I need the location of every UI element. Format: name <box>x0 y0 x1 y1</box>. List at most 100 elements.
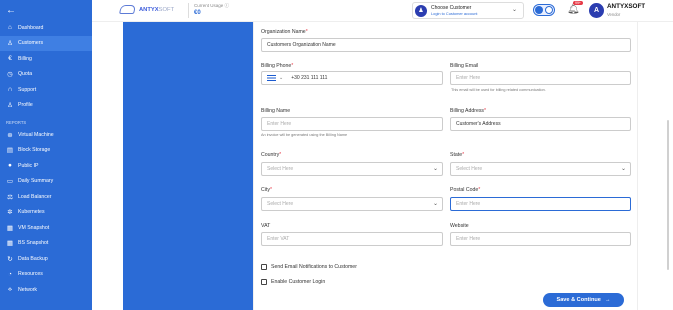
side-panel <box>123 22 253 310</box>
choose-customer-subtitle: Login to Customer account <box>431 11 478 16</box>
sidebar-item-customers[interactable]: ♙ Customers <box>0 35 92 51</box>
info-icon[interactable]: ⓘ <box>225 3 230 8</box>
sidebar-item-label: Quota <box>18 71 33 78</box>
sidebar-item-public-ip[interactable]: ● Public IP <box>0 158 92 174</box>
back-arrow-icon[interactable]: ← <box>0 0 92 20</box>
usage-label: Current Usage <box>194 3 224 8</box>
sidebar-item-kubernetes[interactable]: ✲ Kubernetes <box>0 205 92 221</box>
balancer-icon: ⚖ <box>7 193 13 201</box>
sidebar-item-profile[interactable]: ♙ Profile <box>0 98 92 114</box>
postal-code-input[interactable]: Enter Here <box>450 197 631 211</box>
avatar[interactable]: A <box>589 3 604 18</box>
sidebar-item-dashboard[interactable]: ⌂ Dashboard <box>0 20 92 36</box>
bell-icon[interactable]: 🔔︎ <box>567 4 580 15</box>
website-input[interactable]: Enter Here <box>450 232 631 246</box>
chevron-down-icon[interactable]: ⌄ <box>279 75 283 81</box>
required-mark: * <box>462 152 465 158</box>
vat-label: VAT <box>261 223 271 229</box>
sidebar-item-label: Network <box>18 286 38 293</box>
email-notifications-checkbox[interactable] <box>261 264 267 270</box>
phone-value: +30 231 111 111 <box>291 75 328 81</box>
label-text: Country <box>261 152 280 158</box>
billing-name-label: Billing Name <box>261 108 291 114</box>
billing-name-input[interactable]: Enter Here <box>261 117 443 131</box>
vm-icon: ⊛ <box>7 131 13 139</box>
sidebar-item-vm-snapshot[interactable]: ▦ VM Snapshot <box>0 220 92 236</box>
country-placeholder: Select Here <box>267 166 294 172</box>
sidebar-item-support[interactable]: ∩ Support <box>0 82 92 98</box>
kubernetes-icon: ✲ <box>7 209 13 217</box>
snapshot-icon: ▦ <box>6 224 14 232</box>
email-notifications-label[interactable]: Send Email Notifications to Customer <box>271 264 357 270</box>
state-label: State* <box>450 152 464 158</box>
required-mark: * <box>279 152 282 158</box>
usage-value: €0 <box>194 10 201 16</box>
sidebar-item-billing[interactable]: € Billing <box>0 51 92 67</box>
org-name-input[interactable]: Customers Organization Name <box>261 38 631 52</box>
required-mark: * <box>484 108 487 114</box>
chevron-down-icon: ⌄ <box>620 166 626 172</box>
reports-section-label: REPORTS <box>6 120 27 125</box>
sidebar-item-label: Customers <box>18 40 44 47</box>
sidebar-item-label: Block Storage <box>18 147 51 154</box>
billing-address-label: Billing Address* <box>450 108 486 114</box>
customer-form: Organization Name* Customers Organizatio… <box>253 22 638 310</box>
location-icon: ● <box>8 162 12 170</box>
city-label: City* <box>261 187 272 193</box>
label-text: Billing Address <box>450 108 485 114</box>
sidebar-item-resources[interactable]: ◔ Resources <box>0 267 92 283</box>
required-mark: * <box>305 29 308 35</box>
home-icon: ⌂ <box>8 24 12 32</box>
logo-suffix: SOFT <box>158 6 175 13</box>
customer-avatar-icon: ♟ <box>415 4 427 17</box>
billing-address-input[interactable]: Customer's Address <box>450 117 631 131</box>
chevron-down-icon: ⌄ <box>432 201 438 207</box>
sidebar-item-daily-summary[interactable]: ▭ Daily Summary <box>0 174 92 190</box>
org-name-label: Organization Name* <box>261 29 308 35</box>
sidebar: ← ⌂ Dashboard ♙ Customers € Billing ◷ Quota ∩ Sup… <box>0 0 92 310</box>
top-bar: ANTYXSOFT Current Usage ⓘ €0 ♟ Choose Cu… <box>92 0 673 22</box>
choose-customer-dropdown[interactable]: ♟ Choose Customer Login to Customer acco… <box>412 2 524 19</box>
enable-login-label[interactable]: Enable Customer Login <box>271 279 325 285</box>
country-select[interactable]: Select Here ⌄ <box>261 162 443 176</box>
state-placeholder: Select Here <box>456 166 483 172</box>
sidebar-item-quota[interactable]: ◷ Quota <box>0 67 92 83</box>
sidebar-item-block-storage[interactable]: ▤ Block Storage <box>0 143 92 159</box>
billing-phone-label: Billing Phone* <box>261 63 293 69</box>
save-continue-button[interactable]: Save & Continue → <box>543 293 624 307</box>
vat-input[interactable]: Enter VAT <box>261 232 443 246</box>
resources-icon: ◔ <box>8 270 12 278</box>
clock-icon: ◷ <box>7 71 13 79</box>
label-text: State <box>450 152 463 158</box>
sidebar-item-label: VM Snapshot <box>18 224 50 231</box>
sidebar-item-data-backup[interactable]: ↻ Data Backup <box>0 251 92 267</box>
sidebar-item-label: Data Backup <box>18 255 48 262</box>
billing-phone-input[interactable]: ⌄ +30 231 111 111 <box>261 71 443 85</box>
scrollbar[interactable] <box>667 120 669 270</box>
sidebar-item-network[interactable]: ⟡ Network <box>0 282 92 298</box>
label-text: City <box>261 187 270 193</box>
enable-login-checkbox[interactable] <box>261 279 267 285</box>
sidebar-item-label: BS Snapshot <box>18 240 49 247</box>
chevron-down-icon: ⌄ <box>511 7 517 13</box>
sidebar-item-load-balancer[interactable]: ⚖ Load Balancer <box>0 189 92 205</box>
sidebar-item-label: Kubernetes <box>18 209 45 216</box>
billing-email-hint: This email will be used for billing rela… <box>451 88 546 92</box>
billing-email-input[interactable]: Enter Here <box>450 71 631 85</box>
state-select[interactable]: Select Here ⌄ <box>450 162 631 176</box>
summary-icon: ▭ <box>6 178 14 186</box>
label-text: Billing Phone <box>261 63 292 69</box>
sidebar-item-virtual-machine[interactable]: ⊛ Virtual Machine <box>0 127 92 143</box>
divider <box>188 3 189 18</box>
sidebar-item-label: Dashboard <box>18 24 44 31</box>
brand-logo[interactable]: ANTYXSOFT <box>119 5 175 14</box>
billing-name-hint: An invoice will be generated using the B… <box>261 133 348 137</box>
sidebar-item-bs-snapshot[interactable]: ▦ BS Snapshot <box>0 236 92 252</box>
user-name[interactable]: ANTYXSOFT <box>607 3 645 10</box>
euro-icon: € <box>8 55 12 63</box>
logo-name: ANTYX <box>139 6 159 13</box>
greece-flag-icon[interactable] <box>267 75 276 81</box>
label-text: Postal Code <box>450 187 479 193</box>
city-select[interactable]: Select Here ⌄ <box>261 197 443 211</box>
theme-toggle[interactable] <box>533 4 555 16</box>
